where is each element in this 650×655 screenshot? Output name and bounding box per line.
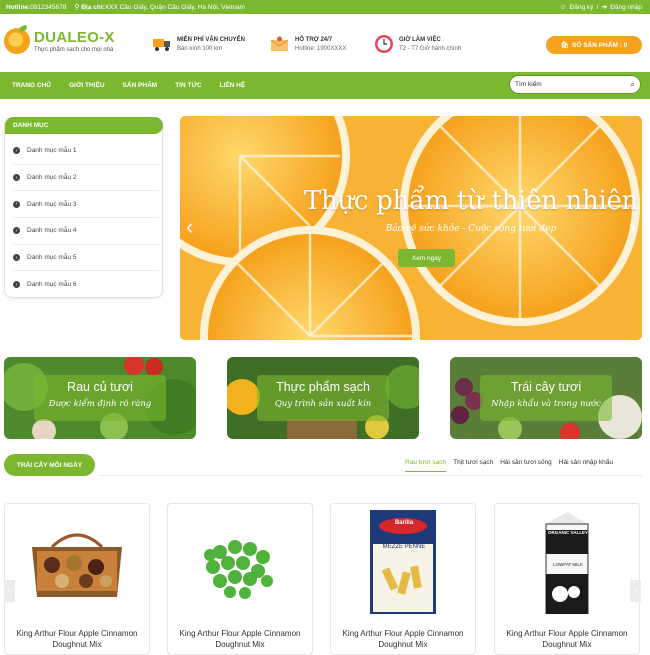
category-sidebar: DANH MỤC › Danh mục mẫu 1 › Danh mục mẫu 2… (4, 117, 163, 298)
nav-contact[interactable]: LIÊN HỆ (220, 82, 246, 89)
product-variant: LOWFAT MILK (553, 562, 583, 567)
category-item[interactable]: › Danh mục mẫu 2 (13, 165, 159, 192)
section-divider (100, 475, 642, 476)
sidebar-title: DANH MỤC (5, 117, 163, 134)
banner-caption: Rau củ tươi Được kiểm định rõ ràng (34, 375, 166, 421)
nav-about[interactable]: GIỚI THIỆU (69, 82, 105, 89)
register-link[interactable]: Đăng ký (570, 4, 594, 11)
slide-title: Thực phẩm từ thiên nhiên (304, 186, 638, 216)
search-input[interactable] (515, 81, 625, 88)
carousel-prev-icon[interactable]: ‹ (4, 580, 15, 602)
category-item[interactable]: › Danh mục mẫu 3 (13, 191, 159, 219)
separator: / (596, 3, 599, 11)
cart-icon: 🛍 (560, 42, 569, 49)
product-image (168, 504, 312, 619)
arrow-right-icon: › (13, 254, 20, 262)
feature-shipping: MIỄN PHÍ VẬN CHUYỂN Bán kính 100 km (152, 34, 245, 54)
slide-subtitle: Bảo vệ sức khỏe - Cuộc sống tươi đẹp (385, 224, 557, 234)
category-item[interactable]: › Danh mục mẫu 4 (13, 218, 159, 245)
product-card[interactable]: Barilla MEZZE PENNE King Arthur Flour Ap… (330, 503, 476, 655)
address: ⚲ Địa chỉ:XXX Cầu Giấy, Quận Cầu Giấy, H… (74, 4, 245, 11)
product-card[interactable]: King Arthur Flour Apple Cinnamon Doughnu… (4, 503, 150, 655)
orange-logo-icon (4, 28, 30, 54)
carousel-next-icon[interactable]: › (630, 580, 641, 602)
truck-icon (152, 34, 172, 54)
product-card[interactable]: King Arthur Flour Apple Cinnamon Doughnu… (167, 503, 313, 655)
nav-news[interactable]: TIN TỨC (175, 82, 201, 89)
cart-button[interactable]: 🛍 SỐ SẢN PHẨM : 0 (546, 36, 642, 54)
logo[interactable]: DUALEO-X Thực phẩm sạch cho mọi nhà (4, 28, 115, 54)
slider-prev-icon[interactable]: ‹ (186, 214, 193, 240)
logo-title: DUALEO-X (34, 28, 115, 46)
hotline: Hotline:0912345678 (6, 3, 67, 11)
category-item[interactable]: › Danh mục mẫu 5 (13, 245, 159, 272)
tab-fresh-vegetables[interactable]: Rau tươi sạch (405, 459, 447, 472)
login-icon: ➜ (601, 4, 608, 11)
arrow-right-icon: › (13, 147, 20, 155)
view-now-button[interactable]: Xem ngay (398, 249, 455, 267)
category-item[interactable]: › Danh mục mẫu 1 (13, 138, 159, 165)
product-brand: ORGANIC VALLEY (548, 530, 588, 535)
product-brand: Barilla (394, 520, 414, 526)
product-name[interactable]: King Arthur Flour Apple Cinnamon Doughnu… (495, 628, 639, 650)
section-title: TRÁI CÂY MỖI NGÀY (4, 454, 95, 476)
category-item[interactable]: › Danh mục mẫu 6 (13, 271, 159, 298)
banner-caption: Trái cây tươi Nhập khẩu và trong nước (480, 375, 612, 421)
hero-slider: Thực phẩm từ thiên nhiên Bảo vệ sức khỏe… (180, 116, 642, 340)
tab-fresh-seafood[interactable]: Hải sản tươi sống (500, 459, 552, 472)
banner-fruits[interactable]: Trái cây tươi Nhập khẩu và trong nước (450, 357, 642, 439)
feature-hours: GIỜ LÀM VIỆC T2 - T7 Giờ hành chính (374, 34, 461, 54)
location-pin-icon: ⚲ (74, 4, 80, 11)
banner-caption: Thực phẩm sạch Quy trình sản xuất kín (257, 375, 389, 421)
nav-products[interactable]: SẢN PHẨM (123, 82, 158, 89)
arrow-right-icon: › (13, 200, 20, 208)
product-card[interactable]: ORGANIC VALLEY LOWFAT MILK King Arthur F… (494, 503, 640, 655)
arrow-right-icon: › (13, 174, 20, 182)
section-tabs: Rau tươi sạch Thịt tươi sạch Hải sản tươ… (405, 459, 613, 472)
search-box: ⌕ (509, 75, 641, 94)
product-image (5, 504, 149, 619)
logo-subtitle: Thực phẩm sạch cho mọi nhà (34, 46, 114, 53)
arrow-right-icon: › (13, 281, 20, 289)
tab-fresh-meat[interactable]: Thịt tươi sạch (453, 459, 493, 472)
slider-next-icon[interactable]: › (629, 214, 636, 240)
mail-icon (270, 34, 290, 54)
search-icon[interactable]: ⌕ (631, 80, 635, 90)
banner-clean-food[interactable]: Thực phẩm sạch Quy trình sản xuất kín (227, 357, 419, 439)
product-variant: MEZZE PENNE (382, 544, 426, 550)
tab-imported-seafood[interactable]: Hải sản nhập khẩu (559, 459, 613, 472)
product-name[interactable]: King Arthur Flour Apple Cinnamon Doughnu… (5, 628, 149, 650)
clock-icon (374, 34, 394, 54)
top-bar: Hotline:0912345678 ⚲ Địa chỉ:XXX Cầu Giấ… (0, 0, 650, 14)
user-add-icon: ☺ (559, 3, 567, 11)
banner-vegetables[interactable]: Rau củ tươi Được kiểm định rõ ràng (4, 357, 196, 439)
feature-support: HỖ TRỢ 24/7 Hotline: 1900XXXX (270, 34, 346, 54)
nav-home[interactable]: TRANG CHỦ (12, 82, 51, 89)
arrow-right-icon: › (13, 227, 20, 235)
login-link[interactable]: Đăng nhập (610, 4, 642, 11)
product-name[interactable]: King Arthur Flour Apple Cinnamon Doughnu… (331, 628, 475, 650)
product-name[interactable]: King Arthur Flour Apple Cinnamon Doughnu… (168, 628, 312, 650)
category-list: › Danh mục mẫu 1 › Danh mục mẫu 2 › Danh mụ… (13, 138, 159, 298)
